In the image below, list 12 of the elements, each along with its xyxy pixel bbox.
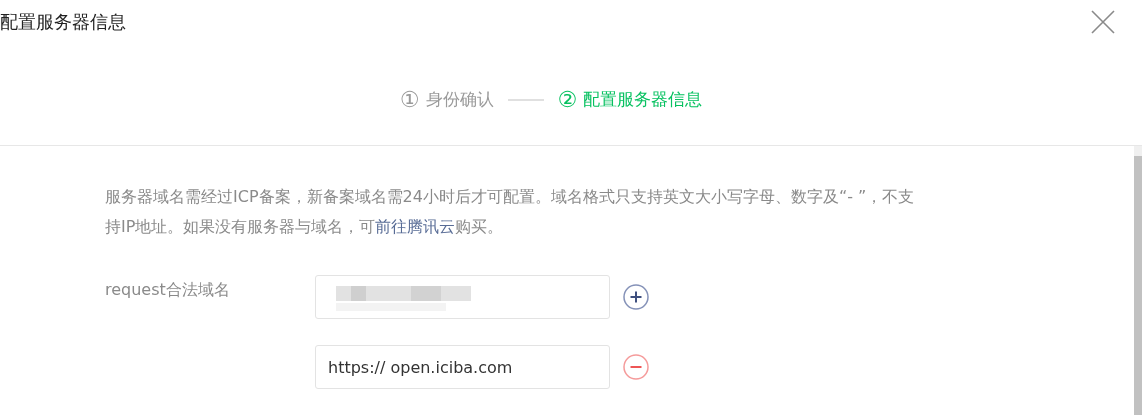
tencent-cloud-link[interactable]: 前往腾讯云 (375, 217, 456, 236)
scrollbar[interactable] (1134, 146, 1142, 415)
remove-icon[interactable] (623, 354, 649, 380)
close-icon[interactable] (1091, 10, 1115, 34)
notice-text: 服务器域名需经过ICP备案，新备案域名需24小时后才可配置。域名格式只支持英文大小写字母、数字及“- ”，不支持IP地址。如果没有服务器与域名，可前往腾讯云购买。 (105, 186, 916, 238)
field-label: request合法域名 (105, 279, 231, 301)
domain-input-field[interactable] (315, 275, 610, 319)
step-item: ② 配置服务器信息 (557, 87, 703, 112)
domain-input-field[interactable]: https:// open.iciba.com (315, 345, 610, 389)
step-item: ① 身份确认 (399, 87, 494, 112)
dialog-title: 配置服务器信息 (0, 10, 126, 34)
add-icon[interactable] (623, 284, 649, 310)
